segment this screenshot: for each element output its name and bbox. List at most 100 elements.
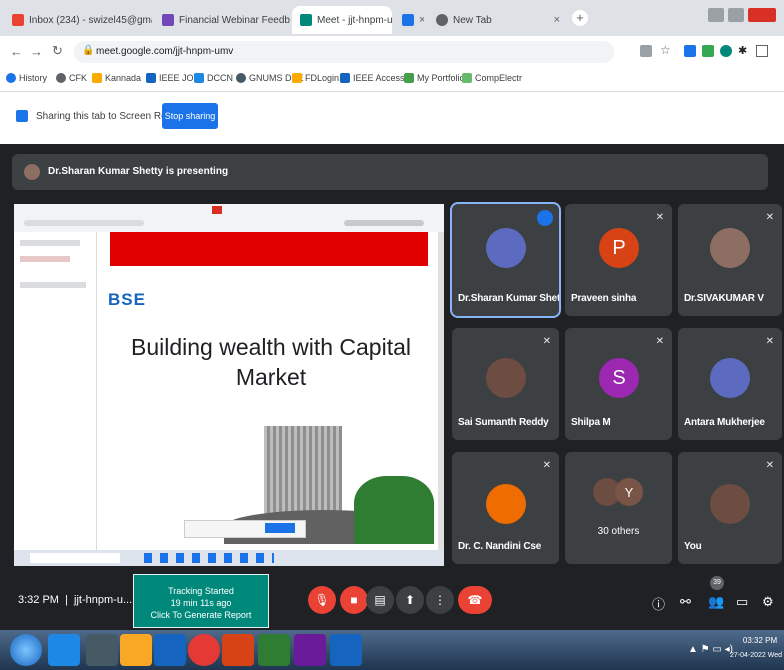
share-icon[interactable]: [640, 45, 652, 57]
mic-button[interactable]: 🎙: [308, 586, 336, 614]
tray-icons[interactable]: ▲ ⚑ ▭ ◂): [688, 644, 733, 655]
sidebar-item[interactable]: [20, 240, 80, 246]
tab-sharing-bar: Sharing this tab to Screen Recorder Stop…: [0, 92, 784, 144]
folder-icon: [292, 73, 302, 83]
recorder-icon: [402, 14, 414, 26]
tab-recorder[interactable]: ×: [394, 6, 424, 34]
tab-label: Financial Webinar Feedback For: [179, 14, 290, 26]
letter-icon: [92, 73, 102, 83]
participant-tile[interactable]: S ✕ Shilpa M: [565, 328, 672, 440]
start-button[interactable]: [10, 634, 42, 666]
globe-icon: [56, 73, 66, 83]
more-options-button[interactable]: ⋮: [426, 586, 454, 614]
extension-icon[interactable]: [684, 45, 696, 57]
reload-icon[interactable]: ↻: [52, 43, 63, 59]
captions-button[interactable]: ▤: [366, 586, 394, 614]
address-bar-row: ← → ↻ 🔒 meet.google.com/jjt-hnpm-umv ☆ ✱: [0, 36, 784, 68]
tab-gmail[interactable]: Inbox (234) - swizel45@gmail.co ×: [4, 6, 152, 34]
people-icon[interactable]: 👥: [708, 594, 724, 610]
host-controls-icon[interactable]: ⚙: [762, 594, 774, 610]
bookmarks-bar: History CFK Kannada IEEE JOT DCCN GNUMS …: [0, 68, 784, 92]
self-tile[interactable]: ✕ You: [678, 452, 782, 564]
participant-name: Antara Mukherjee: [684, 417, 765, 428]
meeting-time-code: 3:32 PM | jjt-hnpm-u...: [18, 594, 133, 606]
others-count: 30 others: [597, 526, 640, 537]
leave-call-button[interactable]: ☎: [458, 586, 492, 614]
stop-sharing-button[interactable]: [265, 523, 295, 533]
scrollbar[interactable]: [438, 232, 444, 550]
excel-icon[interactable]: [258, 634, 290, 666]
bookmark-item[interactable]: IEEE JOT: [146, 73, 199, 83]
bookmark-item[interactable]: History: [6, 73, 47, 83]
participant-tile[interactable]: ✕ Dr. C. Nandini Cse: [452, 452, 559, 564]
maximize-icon[interactable]: [728, 8, 744, 22]
puzzle-icon[interactable]: ✱: [738, 44, 747, 57]
minimize-icon[interactable]: [708, 8, 724, 22]
tracking-popup[interactable]: Tracking Started 19 min 11s ago Click To…: [133, 574, 269, 628]
participant-tile[interactable]: P ✕ Praveen sinha: [565, 204, 672, 316]
close-window-icon[interactable]: [748, 8, 776, 22]
forward-icon[interactable]: →: [30, 44, 43, 59]
word-icon[interactable]: [48, 634, 80, 666]
info-icon[interactable]: ⓘ: [652, 594, 665, 613]
slide-title-line: Market: [235, 364, 307, 390]
participant-name: Praveen sinha: [571, 293, 637, 304]
pdf-icon[interactable]: [222, 634, 254, 666]
outlook-icon[interactable]: [154, 634, 186, 666]
bookmark-item[interactable]: DCCN: [194, 73, 233, 83]
mic-off-icon: 🎙: [314, 593, 330, 607]
tab-feedback-form[interactable]: Financial Webinar Feedback For ×: [154, 6, 290, 34]
window-controls: [708, 6, 778, 24]
shared-browser-toolbar: [14, 204, 444, 232]
slide-title: Building wealth with Capital Market: [106, 332, 436, 392]
extension-icon[interactable]: [720, 45, 732, 57]
participant-name: Dr.SIVAKUMAR V: [684, 293, 764, 304]
others-tile[interactable]: Y 30 others: [565, 452, 672, 564]
tab-meet[interactable]: Meet - jjt-hnpm-umv: [292, 6, 392, 34]
tracking-time: 19 min 11s ago: [170, 598, 232, 608]
app-icon[interactable]: [294, 634, 326, 666]
lock-icon: 🔒: [82, 45, 95, 56]
tab-new-tab[interactable]: New Tab ×: [428, 6, 568, 34]
participant-name: You: [684, 541, 702, 552]
sidebar-panel: [14, 232, 97, 550]
toolbar-icons: [344, 220, 424, 226]
participant-tile[interactable]: ✕ Antara Mukherjee: [678, 328, 782, 440]
bookmark-item[interactable]: My Portfolio: [404, 73, 465, 83]
url-field[interactable]: 🔒 meet.google.com/jjt-hnpm-umv: [74, 41, 614, 63]
chat-icon[interactable]: ▭: [736, 594, 748, 610]
sidebar-item[interactable]: [20, 256, 70, 262]
shared-screen[interactable]: BSE Building wealth with Capital Market: [14, 204, 444, 566]
clock-date[interactable]: 27-04-2022 Wed: [730, 652, 782, 659]
avatar: P: [599, 228, 639, 268]
star-icon[interactable]: ☆: [660, 43, 671, 57]
present-button[interactable]: ⬆: [396, 586, 424, 614]
bookmark-item[interactable]: FDLogin: [292, 73, 339, 83]
close-icon[interactable]: ×: [419, 14, 424, 26]
folder-icon[interactable]: [120, 634, 152, 666]
activities-icon[interactable]: ⚯: [680, 594, 691, 610]
app-icon[interactable]: [86, 634, 118, 666]
participant-tile[interactable]: Dr.Sharan Kumar Shetty: [450, 202, 561, 318]
extension-icon[interactable]: [702, 45, 714, 57]
new-tab-button[interactable]: +: [572, 10, 588, 26]
clock-time[interactable]: 03:32 PM: [738, 636, 782, 645]
bookmark-item[interactable]: CFK: [56, 73, 87, 83]
chrome-icon[interactable]: [188, 634, 220, 666]
participant-tile[interactable]: ✕ Dr.SIVAKUMAR V: [678, 204, 782, 316]
generate-report-link[interactable]: Click To Generate Report: [134, 609, 268, 621]
screen-share-icon: [16, 110, 28, 122]
bookmark-item[interactable]: IEEE Access: [340, 73, 405, 83]
back-icon[interactable]: ←: [10, 44, 23, 59]
avatar: [710, 358, 750, 398]
sidebar-item[interactable]: [20, 282, 86, 288]
bookmark-item[interactable]: Kannada: [92, 73, 141, 83]
camera-button[interactable]: ■: [340, 586, 368, 614]
stop-sharing-button[interactable]: Stop sharing: [162, 103, 218, 129]
ieee-icon: [340, 73, 350, 83]
sidebar-icon[interactable]: [756, 45, 768, 57]
participant-tile[interactable]: ✕ Sai Sumanth Reddy: [452, 328, 559, 440]
close-icon[interactable]: ×: [554, 14, 560, 26]
app-icon[interactable]: [330, 634, 362, 666]
bookmark-item[interactable]: CompElectr: [462, 73, 522, 83]
